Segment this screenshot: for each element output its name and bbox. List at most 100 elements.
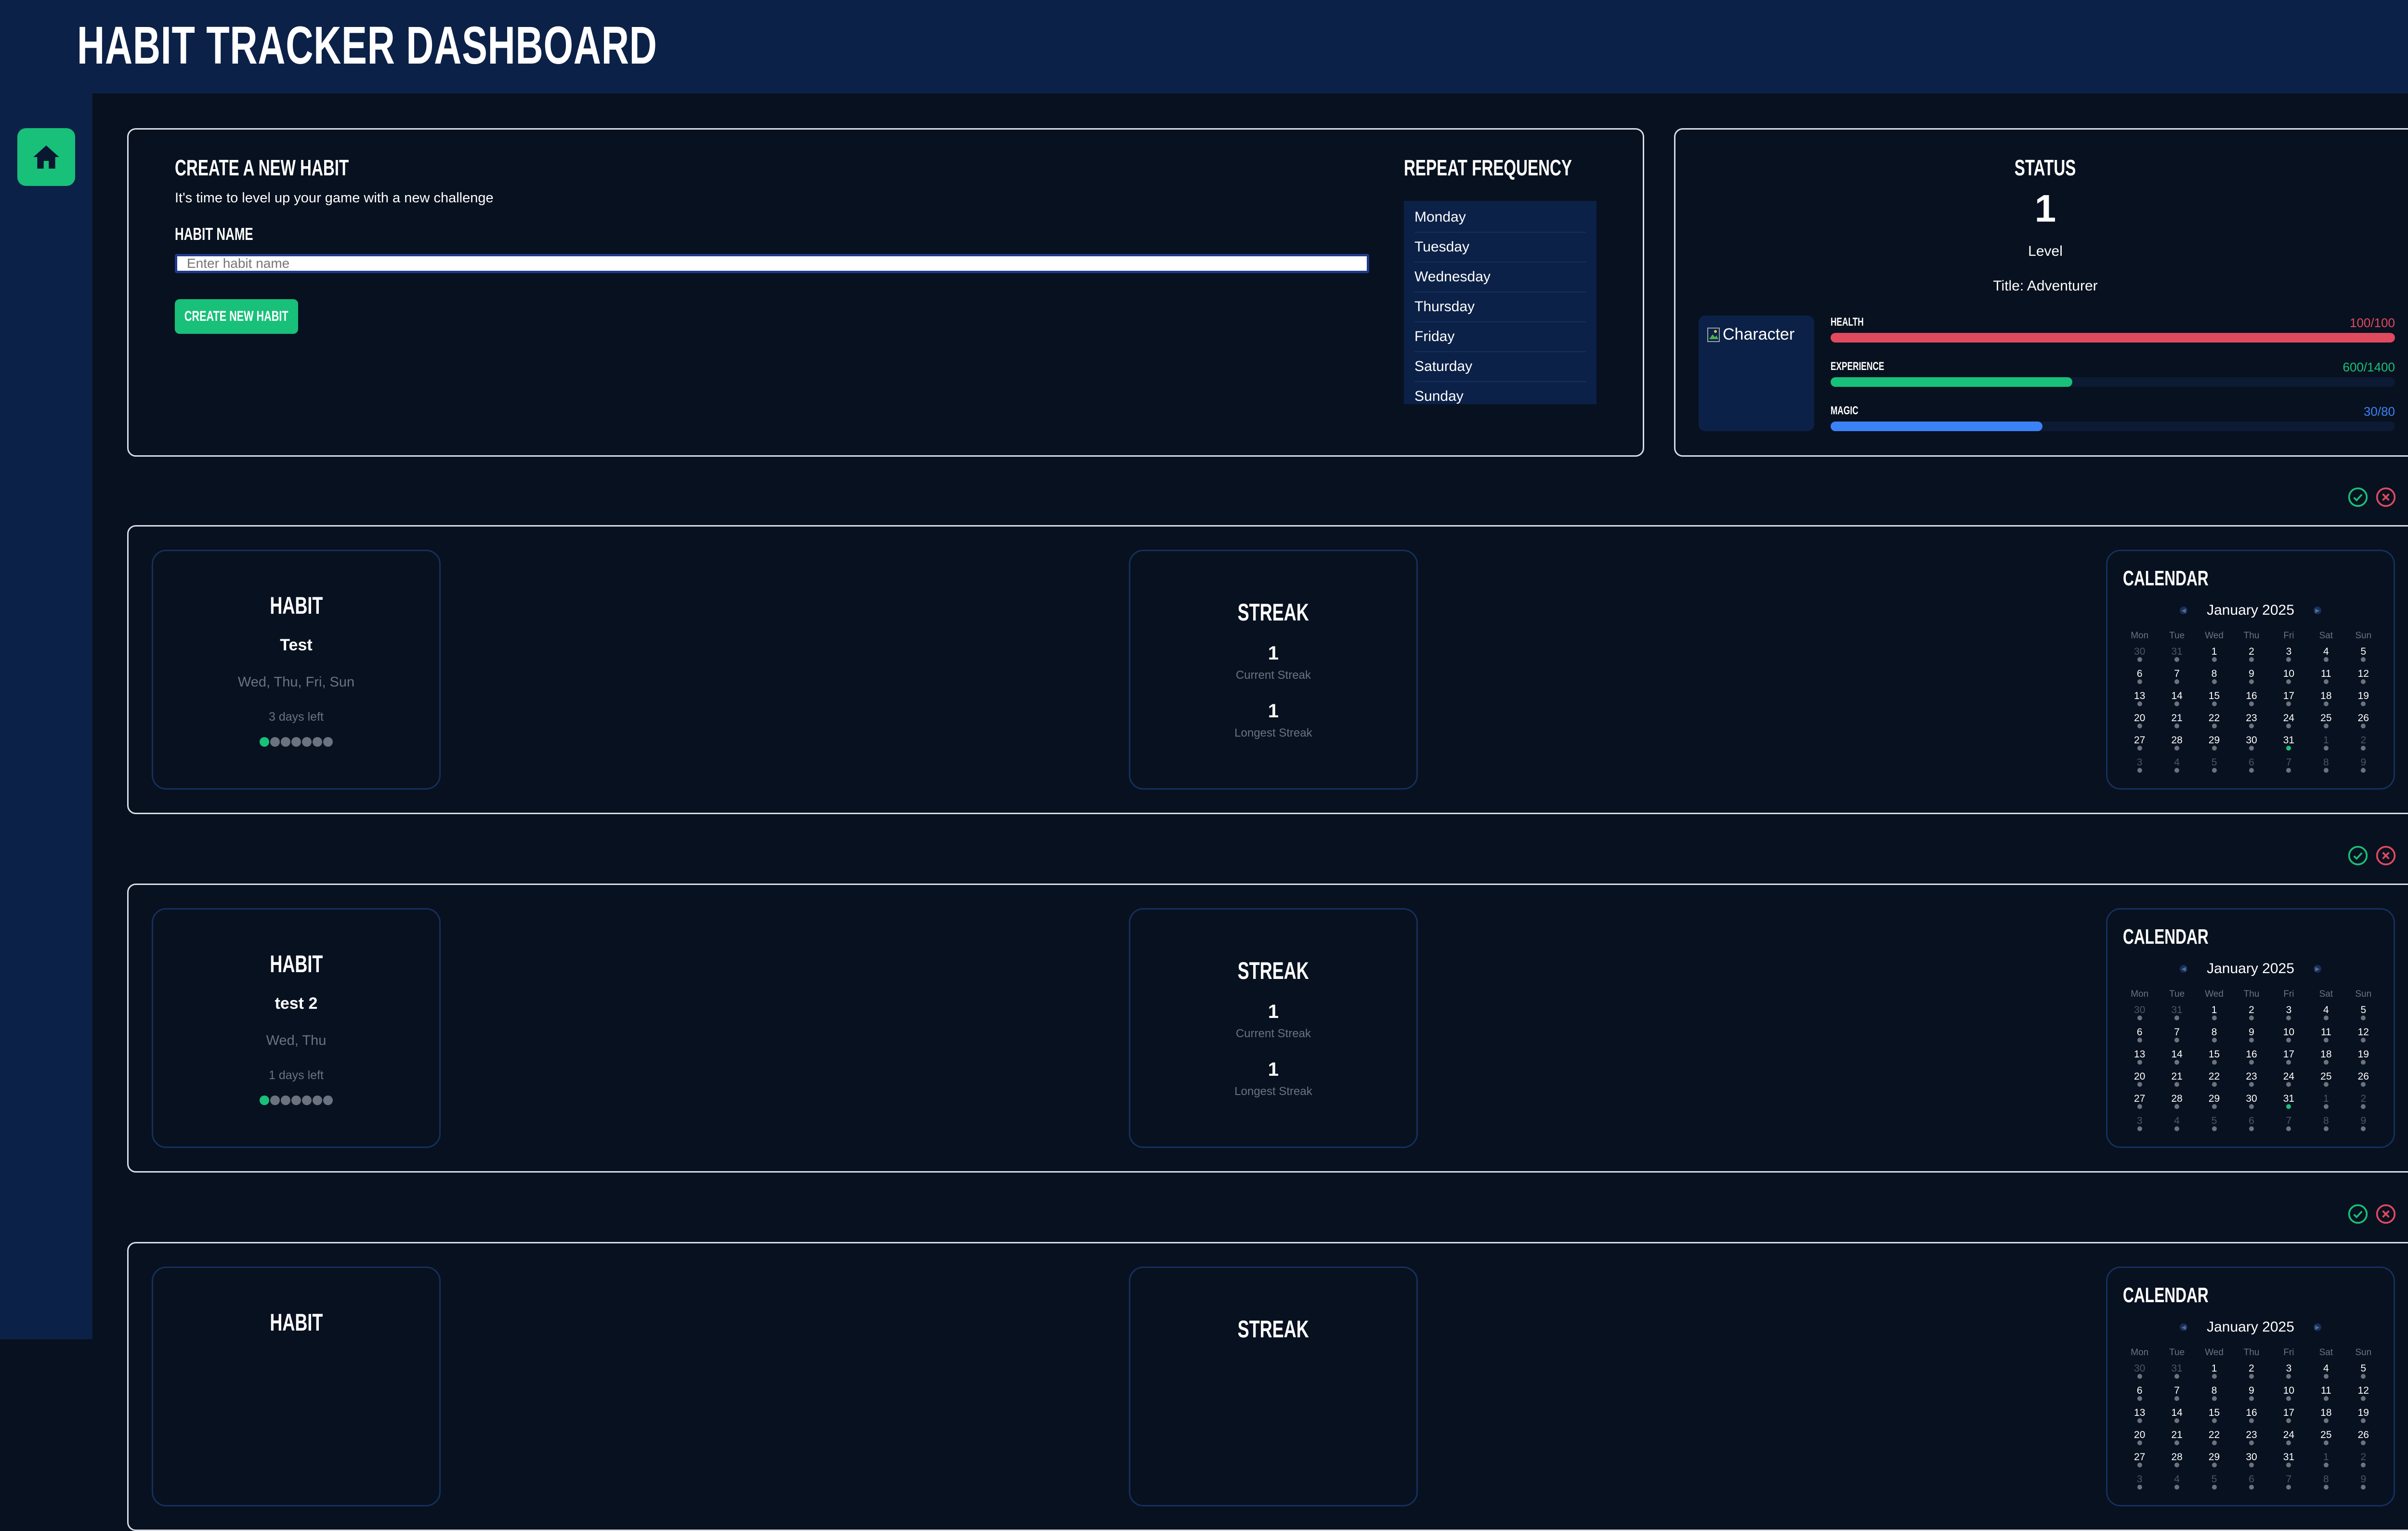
calendar-day[interactable]: 2	[2345, 1093, 2382, 1115]
calendar-day[interactable]: 6	[2121, 668, 2158, 690]
calendar-day[interactable]: 2	[2345, 1451, 2382, 1473]
calendar-day[interactable]: 21	[2158, 1429, 2195, 1451]
calendar-day[interactable]: 26	[2345, 1070, 2382, 1093]
calendar-day[interactable]: 11	[2307, 1026, 2344, 1048]
calendar-prev-icon[interactable]: ◀	[2180, 1323, 2188, 1331]
calendar-day[interactable]: 22	[2196, 1070, 2233, 1093]
calendar-day[interactable]: 27	[2121, 734, 2158, 756]
calendar-day[interactable]: 7	[2270, 1473, 2307, 1495]
calendar-day[interactable]: 9	[2233, 668, 2270, 690]
calendar-day[interactable]: 14	[2158, 690, 2195, 712]
calendar-day[interactable]: 30	[2233, 1451, 2270, 1473]
calendar-day[interactable]: 31	[2270, 1093, 2307, 1115]
calendar-day[interactable]: 2	[2345, 734, 2382, 756]
complete-check-icon[interactable]	[2347, 845, 2369, 866]
calendar-day[interactable]: 8	[2307, 1473, 2344, 1495]
calendar-day[interactable]: 17	[2270, 1407, 2307, 1429]
calendar-day[interactable]: 28	[2158, 1451, 2195, 1473]
calendar-day[interactable]: 8	[2196, 1385, 2233, 1407]
calendar-day[interactable]: 20	[2121, 1429, 2158, 1451]
calendar-day[interactable]: 8	[2196, 668, 2233, 690]
calendar-day[interactable]: 15	[2196, 1407, 2233, 1429]
calendar-day[interactable]: 6	[2121, 1385, 2158, 1407]
calendar-day[interactable]: 9	[2233, 1385, 2270, 1407]
calendar-day[interactable]: 8	[2307, 756, 2344, 779]
calendar-day[interactable]: 21	[2158, 712, 2195, 734]
frequency-option[interactable]: Monday	[1414, 203, 1586, 233]
calendar-day[interactable]: 2	[2233, 1362, 2270, 1385]
calendar-day[interactable]: 10	[2270, 1026, 2307, 1048]
calendar-day[interactable]: 12	[2345, 1026, 2382, 1048]
calendar-day[interactable]: 30	[2121, 646, 2158, 668]
delete-x-icon[interactable]	[2375, 845, 2396, 866]
calendar-day[interactable]: 29	[2196, 734, 2233, 756]
home-button[interactable]	[17, 128, 75, 186]
calendar-day[interactable]: 16	[2233, 690, 2270, 712]
calendar-day[interactable]: 19	[2345, 1407, 2382, 1429]
calendar-day[interactable]: 3	[2121, 756, 2158, 779]
calendar-day[interactable]: 3	[2270, 1004, 2307, 1026]
calendar-day[interactable]: 14	[2158, 1048, 2195, 1070]
calendar-day[interactable]: 31	[2270, 1451, 2307, 1473]
calendar-day[interactable]: 13	[2121, 1407, 2158, 1429]
complete-check-icon[interactable]	[2347, 1203, 2369, 1225]
complete-check-icon[interactable]	[2347, 487, 2369, 508]
calendar-day[interactable]: 18	[2307, 1048, 2344, 1070]
calendar-day[interactable]: 10	[2270, 1385, 2307, 1407]
calendar-day[interactable]: 15	[2196, 690, 2233, 712]
delete-x-icon[interactable]	[2375, 1203, 2396, 1225]
calendar-day[interactable]: 31	[2158, 1362, 2195, 1385]
calendar-day[interactable]: 9	[2233, 1026, 2270, 1048]
calendar-day[interactable]: 8	[2196, 1026, 2233, 1048]
calendar-day[interactable]: 28	[2158, 1093, 2195, 1115]
calendar-day[interactable]: 5	[2345, 646, 2382, 668]
calendar-day[interactable]: 30	[2233, 1093, 2270, 1115]
calendar-day[interactable]: 1	[2307, 734, 2344, 756]
calendar-day[interactable]: 22	[2196, 712, 2233, 734]
calendar-day[interactable]: 5	[2196, 1115, 2233, 1137]
calendar-day[interactable]: 5	[2196, 1473, 2233, 1495]
calendar-day[interactable]: 7	[2270, 756, 2307, 779]
calendar-day[interactable]: 4	[2158, 1115, 2195, 1137]
calendar-day[interactable]: 27	[2121, 1451, 2158, 1473]
calendar-day[interactable]: 7	[2158, 668, 2195, 690]
calendar-prev-icon[interactable]: ◀	[2180, 965, 2188, 973]
calendar-day[interactable]: 26	[2345, 712, 2382, 734]
calendar-day[interactable]: 25	[2307, 1429, 2344, 1451]
calendar-day[interactable]: 20	[2121, 1070, 2158, 1093]
calendar-day[interactable]: 3	[2121, 1115, 2158, 1137]
calendar-day[interactable]: 4	[2158, 1473, 2195, 1495]
calendar-day[interactable]: 2	[2233, 646, 2270, 668]
calendar-day[interactable]: 16	[2233, 1407, 2270, 1429]
calendar-day[interactable]: 1	[2196, 1362, 2233, 1385]
frequency-option[interactable]: Sunday	[1414, 382, 1586, 411]
calendar-day[interactable]: 23	[2233, 1429, 2270, 1451]
calendar-day[interactable]: 14	[2158, 1407, 2195, 1429]
calendar-day[interactable]: 4	[2307, 1362, 2344, 1385]
calendar-day[interactable]: 4	[2307, 1004, 2344, 1026]
calendar-day[interactable]: 9	[2345, 756, 2382, 779]
calendar-day[interactable]: 3	[2121, 1473, 2158, 1495]
calendar-day[interactable]: 9	[2345, 1473, 2382, 1495]
calendar-day[interactable]: 12	[2345, 668, 2382, 690]
calendar-day[interactable]: 7	[2158, 1026, 2195, 1048]
calendar-day[interactable]: 31	[2270, 734, 2307, 756]
calendar-day[interactable]: 3	[2270, 1362, 2307, 1385]
calendar-day[interactable]: 4	[2158, 756, 2195, 779]
calendar-day[interactable]: 6	[2233, 1115, 2270, 1137]
calendar-day[interactable]: 5	[2345, 1362, 2382, 1385]
calendar-day[interactable]: 1	[2196, 1004, 2233, 1026]
calendar-day[interactable]: 6	[2233, 756, 2270, 779]
calendar-day[interactable]: 19	[2345, 690, 2382, 712]
calendar-day[interactable]: 5	[2196, 756, 2233, 779]
calendar-prev-icon[interactable]: ◀	[2180, 607, 2188, 614]
frequency-option[interactable]: Wednesday	[1414, 263, 1586, 292]
calendar-day[interactable]: 17	[2270, 1048, 2307, 1070]
calendar-day[interactable]: 8	[2307, 1115, 2344, 1137]
calendar-day[interactable]: 28	[2158, 734, 2195, 756]
calendar-day[interactable]: 7	[2158, 1385, 2195, 1407]
calendar-day[interactable]: 29	[2196, 1093, 2233, 1115]
calendar-day[interactable]: 3	[2270, 646, 2307, 668]
calendar-day[interactable]: 17	[2270, 690, 2307, 712]
calendar-day[interactable]: 15	[2196, 1048, 2233, 1070]
